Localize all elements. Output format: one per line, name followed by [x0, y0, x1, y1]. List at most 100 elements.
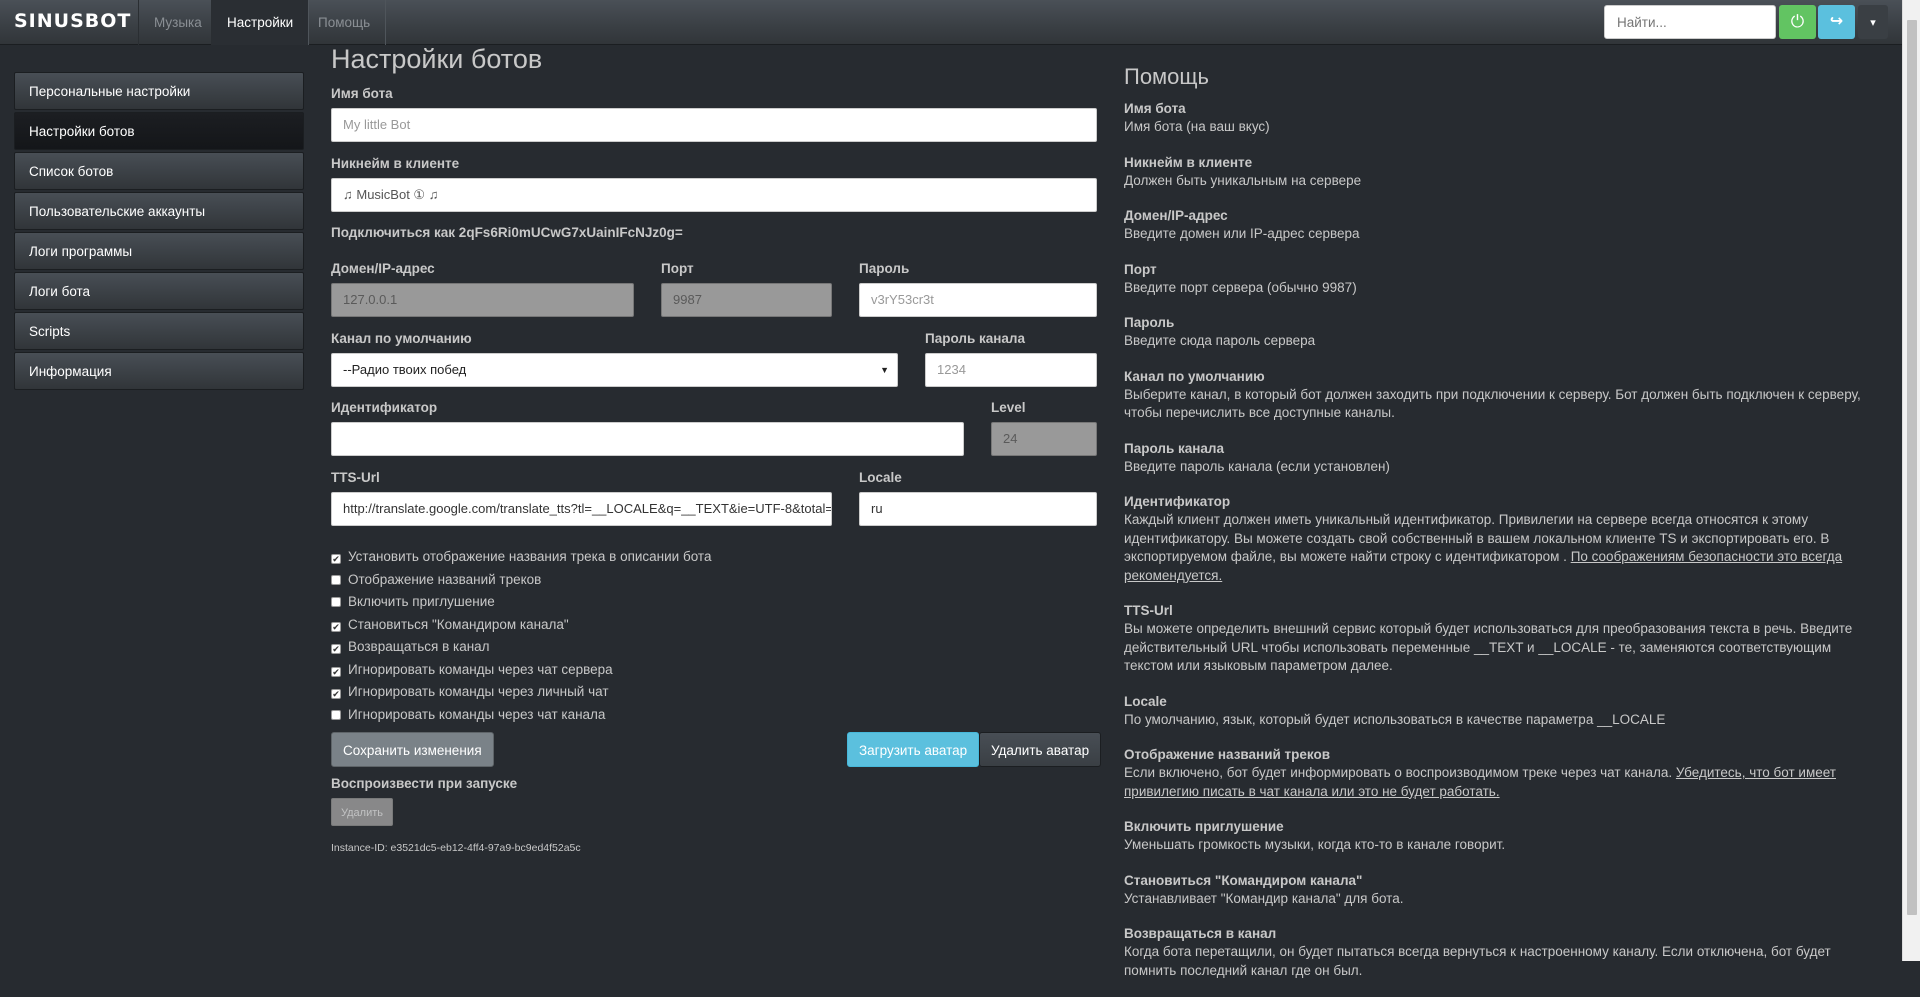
delete-avatar-button[interactable]: Удалить аватар — [979, 732, 1102, 767]
help-section-text: Уменьшать громкость музыки, когда кто-то… — [1124, 837, 1506, 852]
sidebar-item-scripts[interactable]: Scripts — [14, 312, 304, 350]
default-channel-label: Канал по умолчанию — [331, 331, 472, 346]
help-section-announce-tracks: Отображение названий треков Если включен… — [1124, 746, 1884, 801]
help-section-title: Отображение названий треков — [1124, 747, 1331, 762]
help-text-body: Если включено, бот будет информировать о… — [1124, 765, 1673, 780]
identity-input[interactable] — [331, 422, 964, 456]
nav-tab-music[interactable]: Музыка — [138, 0, 218, 45]
delete-button[interactable]: Удалить — [331, 798, 393, 826]
help-section-text: Имя бота (на ваш вкус) — [1124, 119, 1270, 134]
help-section-title: Возвращаться в канал — [1124, 926, 1277, 941]
sidebar-item-bot-settings[interactable]: Настройки ботов — [14, 112, 304, 150]
help-section-title: Идентификатор — [1124, 494, 1231, 509]
channel-password-input[interactable]: 1234 — [925, 353, 1097, 387]
page-scrollbar[interactable] — [1902, 0, 1920, 961]
help-title: Помощь — [1124, 64, 1209, 89]
port-label: Порт — [661, 261, 694, 276]
locale-input[interactable]: ru — [859, 492, 1097, 526]
bot-name-input[interactable]: My little Bot — [331, 108, 1097, 142]
checkbox-row-channel-commander[interactable]: ✔ Становиться "Командиром канала" — [331, 616, 569, 634]
help-section-default-channel: Канал по умолчанию Выберите канал, в кот… — [1124, 368, 1884, 423]
power-icon: ⏻ — [1790, 12, 1805, 31]
nav-tab-settings[interactable]: Настройки — [211, 0, 310, 45]
sidebar-item-personal[interactable]: Персональные настройки — [14, 72, 304, 110]
help-section-text: Введите домен или IP-адрес сервера — [1124, 226, 1360, 241]
search-input[interactable] — [1604, 5, 1776, 39]
port-input[interactable]: 9987 — [661, 283, 832, 317]
help-section-bot-name: Имя бота Имя бота (на ваш вкус) — [1124, 100, 1884, 137]
locale-label: Locale — [859, 470, 902, 485]
checkbox[interactable]: ✔ — [331, 644, 341, 654]
chevron-down-icon: ▾ — [1870, 17, 1876, 29]
help-section-channel-password: Пароль канала Введите пароль канала (есл… — [1124, 440, 1884, 477]
channel-password-label: Пароль канала — [925, 331, 1026, 346]
checkbox-label: Становиться "Командиром канала" — [348, 617, 569, 632]
password-label: Пароль — [859, 261, 910, 276]
checkbox-label: Возвращаться в канал — [348, 639, 490, 654]
user-menu-dropdown[interactable]: ▾ — [1858, 5, 1888, 39]
power-button[interactable]: ⏻ — [1779, 5, 1816, 39]
checkbox-row-stick-to-channel[interactable]: ✔ Возвращаться в канал — [331, 638, 490, 656]
checkbox-row-ignore-channel-chat[interactable]: Игнорировать команды через чат канала — [331, 706, 605, 724]
help-section-title: Порт — [1124, 261, 1157, 277]
help-section-text: Вы можете определить внешний сервис кото… — [1124, 621, 1853, 673]
tts-url-label: TTS-Url — [331, 470, 380, 485]
sidebar-item-information[interactable]: Информация — [14, 352, 304, 390]
checkbox[interactable] — [331, 597, 341, 607]
checkbox-row-track-in-description[interactable]: ✔ Установить отображение названия трека в… — [331, 548, 711, 566]
checkbox[interactable]: ✔ — [331, 554, 341, 564]
help-section-port: Порт Введите порт сервера (обычно 9987) — [1124, 261, 1884, 298]
checkbox-row-ducking[interactable]: Включить приглушение — [331, 593, 495, 611]
default-channel-value: --Радио твоих побед — [343, 362, 467, 377]
nav-tab-help[interactable]: Помощь — [302, 0, 387, 45]
help-section-title: Пароль канала — [1124, 440, 1225, 456]
connect-as-text: Подключиться как 2qFs6Ri0mUCwG7xUainIFcN… — [331, 225, 683, 240]
bot-name-placeholder: My little Bot — [343, 117, 411, 132]
help-section-text: Выберите канал, в который бот должен зах… — [1124, 386, 1861, 421]
checkbox-row-ignore-server-chat[interactable]: ✔ Игнорировать команды через чат сервера — [331, 661, 613, 679]
password-input[interactable]: v3rY53cr3t — [859, 283, 1097, 317]
help-section-identity: Идентификатор Каждый клиент должен иметь… — [1124, 493, 1884, 585]
help-section-title: Пароль — [1124, 315, 1175, 330]
top-navbar: SINUSBOT Музыка Настройки Помощь ⏻ ↪ ▾ — [0, 0, 1902, 45]
help-section-text: Введите порт сервера (обычно 9987) — [1124, 279, 1357, 295]
brand-logo[interactable]: SINUSBOT — [14, 10, 131, 34]
sidebar-item-bot-list[interactable]: Список ботов — [14, 152, 304, 190]
tts-url-input[interactable]: http://translate.google.com/translate_tt… — [331, 492, 832, 526]
select-arrow-icon: ▼ — [880, 365, 889, 375]
help-section-title: Никнейм в клиенте — [1124, 154, 1253, 170]
checkbox-label: Игнорировать команды через чат сервера — [348, 662, 613, 677]
instance-id: Instance-ID: e3521dc5-eb12-4ff4-97a9-bc9… — [331, 842, 581, 854]
help-section-text: Каждый клиент должен иметь уникальный ид… — [1124, 511, 1884, 585]
checkbox-row-ignore-private-chat[interactable]: ✔ Игнорировать команды через личный чат — [331, 683, 609, 701]
checkbox-label: Отображение названий треков — [348, 572, 542, 587]
save-button[interactable]: Сохранить изменения — [331, 732, 494, 767]
checkbox[interactable]: ✔ — [331, 622, 341, 632]
nickname-input[interactable]: ♫ MusicBot ① ♫ — [331, 178, 1097, 212]
checkbox-row-announce-tracks[interactable]: Отображение названий треков — [331, 571, 541, 589]
help-panel: Помощь Имя бота Имя бота (на ваш вкус) Н… — [1124, 64, 1884, 997]
checkbox[interactable]: ✔ — [331, 667, 341, 677]
sidebar-item-user-accounts[interactable]: Пользовательские аккаунты — [14, 192, 304, 230]
checkbox[interactable] — [331, 575, 341, 585]
logout-button[interactable]: ↪ — [1818, 5, 1855, 39]
help-section-nickname: Никнейм в клиенте Должен быть уникальным… — [1124, 154, 1884, 191]
sidebar-item-program-logs[interactable]: Логи программы — [14, 232, 304, 270]
bot-name-label: Имя бота — [331, 86, 393, 101]
checkbox[interactable] — [331, 710, 341, 720]
help-section-title: Канал по умолчанию — [1124, 368, 1265, 384]
help-section-title: Имя бота — [1124, 101, 1186, 116]
sidebar-item-bot-logs[interactable]: Логи бота — [14, 272, 304, 310]
scrollbar-thumb[interactable] — [1907, 20, 1917, 915]
checkbox[interactable]: ✔ — [331, 689, 341, 699]
upload-avatar-button[interactable]: Загрузить аватар — [847, 732, 980, 767]
help-section-text: Устанавливает "Командир канала" для бота… — [1124, 890, 1404, 906]
help-section-text: По умолчанию, язык, который будет исполь… — [1124, 711, 1666, 727]
help-section-tts-url: TTS-Url Вы можете определить внешний сер… — [1124, 602, 1884, 676]
level-input[interactable]: 24 — [991, 422, 1097, 456]
checkbox-label: Установить отображение названия трека в … — [348, 549, 712, 564]
host-label: Домен/IP-адрес — [331, 261, 435, 276]
checkbox-label: Включить приглушение — [348, 594, 495, 609]
host-input[interactable]: 127.0.0.1 — [331, 283, 634, 317]
default-channel-select[interactable]: --Радио твоих побед ▼ — [331, 353, 898, 387]
